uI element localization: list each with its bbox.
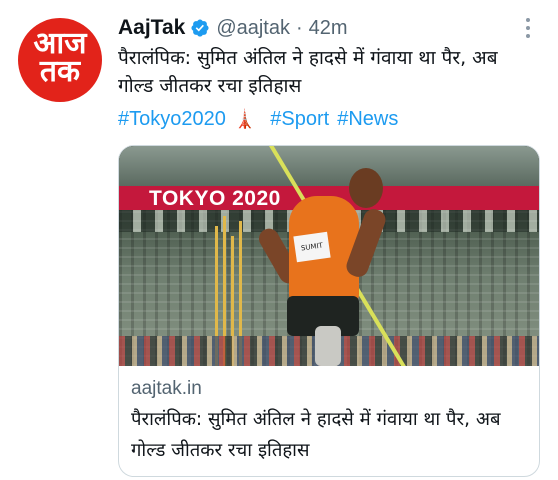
athlete-head (349, 168, 383, 208)
hashtag-sport[interactable]: #Sport (270, 108, 329, 131)
display-name[interactable]: AajTak (118, 16, 185, 40)
tweet-text: पैरालंपिक: सुमित अंतिल ने हादसे में गंवा… (118, 47, 498, 97)
card-domain: aajtak.in (131, 378, 202, 399)
card-image: TOKYO 2020 SUMIT (119, 146, 539, 366)
hashtag-row: #Tokyo2020 🗼 #Sport #News (118, 108, 406, 131)
athlete-prosthetic-leg (315, 326, 341, 366)
account-avatar[interactable]: आज तक (18, 18, 102, 102)
athlete-bib: SUMIT (293, 231, 331, 263)
link-preview-card[interactable]: TOKYO 2020 SUMIT aajtak.in पैरालंपिक: सु… (118, 145, 540, 477)
more-options-icon[interactable] (518, 16, 538, 40)
tweet-timestamp[interactable]: 42m (309, 17, 348, 40)
hashtag-news[interactable]: #News (337, 108, 398, 131)
avatar-logo-line2: तक (39, 54, 81, 89)
user-handle[interactable]: @aajtak (216, 17, 290, 40)
tweet-header: AajTak @aajtak · 42m (118, 14, 538, 42)
separator-dot: · (295, 16, 303, 39)
tokyo-tower-emoji: 🗼 (233, 109, 257, 129)
card-title: पैरालंपिक: सुमित अंतिल ने हादसे में गंवा… (131, 409, 501, 461)
hashtag-tokyo2020[interactable]: #Tokyo2020 (118, 108, 226, 131)
verified-badge-icon (191, 19, 209, 37)
banner-text: TOKYO 2020 (149, 187, 281, 210)
stadium-roof (119, 146, 539, 186)
